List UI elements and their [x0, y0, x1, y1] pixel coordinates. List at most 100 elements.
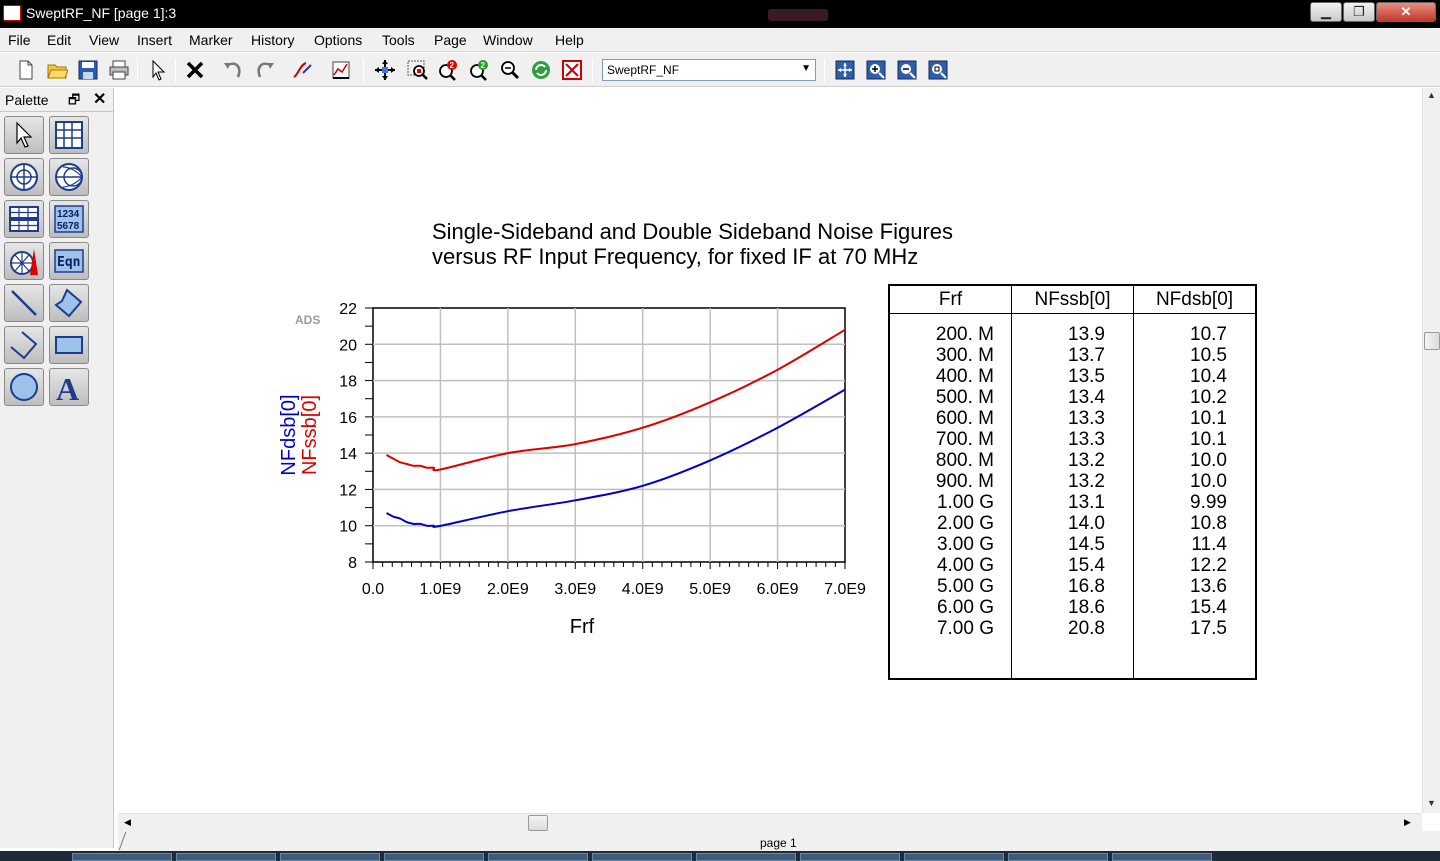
- table-row: 300. M 13.7 10.5: [890, 345, 1255, 366]
- taskbar-item[interactable]: [696, 853, 796, 861]
- table-header-nfssb: NFssb[0]: [1034, 289, 1111, 310]
- close-button[interactable]: ✕: [1376, 2, 1436, 22]
- line-tool-icon[interactable]: [4, 284, 44, 322]
- vertical-scrollbar[interactable]: ▲ ▼: [1422, 88, 1440, 813]
- zoom-area-icon[interactable]: [925, 57, 951, 83]
- table-cell-nfdsb: 10.1: [1190, 408, 1227, 429]
- taskbar-item[interactable]: [1008, 853, 1108, 861]
- circle-tool-icon[interactable]: [4, 368, 44, 406]
- polyline-tool-icon[interactable]: [4, 326, 44, 364]
- menu-page[interactable]: Page: [434, 32, 467, 48]
- equation-label: Eqn: [57, 255, 80, 270]
- taskbar-item[interactable]: [904, 853, 1004, 861]
- zoom-icon[interactable]: [497, 57, 523, 83]
- menu-tools[interactable]: Tools: [382, 32, 415, 48]
- taskbar-item[interactable]: [280, 853, 380, 861]
- table-cell-nfdsb: 9.99: [1190, 492, 1227, 513]
- table-row: 600. M 13.3 10.1: [890, 408, 1255, 429]
- trace-icon[interactable]: [289, 57, 315, 83]
- table-cell-nfdsb: 12.2: [1190, 555, 1227, 576]
- table-cell-frf: 700. M: [935, 429, 994, 450]
- save-icon[interactable]: [75, 57, 101, 83]
- horizontal-scroll-thumb[interactable]: [528, 815, 548, 831]
- undo-icon[interactable]: [220, 57, 246, 83]
- table-cell-nfdsb: 10.8: [1190, 513, 1227, 534]
- list-table[interactable]: Frf NFssb[0] NFdsb[0] 200. M 13.9 10.7 300.…: [888, 284, 1257, 680]
- table-cell-nfssb: 13.3: [1068, 429, 1105, 450]
- toolbar-separator: [137, 58, 138, 82]
- rectangular-plot-icon[interactable]: [49, 116, 89, 154]
- vertical-scroll-thumb[interactable]: [1424, 332, 1440, 350]
- redo-icon[interactable]: [252, 57, 278, 83]
- menu-history[interactable]: History: [251, 32, 295, 48]
- delete-icon[interactable]: [182, 57, 208, 83]
- list-table-icon[interactable]: 1234 5678: [49, 200, 89, 238]
- palette-close-icon[interactable]: ✕: [93, 89, 106, 109]
- zoom-window-icon[interactable]: [404, 57, 430, 83]
- svg-text:2: 2: [481, 61, 486, 70]
- polygon-tool-icon[interactable]: [49, 284, 89, 322]
- maximize-button[interactable]: ❐: [1343, 2, 1375, 22]
- table-cell-nfssb: 13.2: [1068, 471, 1105, 492]
- polar-plot-icon[interactable]: [4, 158, 44, 196]
- table-cell-nfdsb: 10.0: [1190, 471, 1227, 492]
- refresh-icon[interactable]: [528, 57, 554, 83]
- table-cell-nfdsb: 10.1: [1190, 429, 1227, 450]
- stop-icon[interactable]: [559, 57, 585, 83]
- taskbar-item[interactable]: [384, 853, 484, 861]
- scroll-left-icon[interactable]: ◀: [124, 817, 131, 828]
- antenna-plot-icon[interactable]: [4, 242, 44, 280]
- select-arrow-icon[interactable]: [145, 57, 171, 83]
- table-cell-frf: 3.00 G: [936, 534, 994, 555]
- taskbar-item[interactable]: [72, 853, 172, 861]
- menu-edit[interactable]: Edit: [47, 32, 71, 48]
- table-header-nfdsb: NFdsb[0]: [1155, 289, 1234, 310]
- minimize-button[interactable]: ▁: [1310, 2, 1342, 22]
- menu-file[interactable]: File: [8, 32, 31, 48]
- zoom-plus-icon[interactable]: [863, 57, 889, 83]
- text-tool-label: A: [56, 371, 79, 403]
- print-icon[interactable]: [106, 57, 132, 83]
- menu-insert[interactable]: Insert: [137, 32, 172, 48]
- scroll-down-icon[interactable]: ▼: [1427, 798, 1436, 808]
- dataset-selected-value: SweptRF_NF: [607, 63, 680, 77]
- menu-window[interactable]: Window: [483, 32, 533, 48]
- zoom-in-2x-icon[interactable]: 2: [435, 57, 461, 83]
- scroll-right-icon[interactable]: ▶: [1404, 817, 1411, 828]
- menu-options[interactable]: Options: [314, 32, 362, 48]
- equation-icon[interactable]: Eqn: [49, 242, 89, 280]
- stacked-plot-icon[interactable]: [4, 200, 44, 238]
- scroll-up-icon[interactable]: ▲: [1427, 90, 1436, 100]
- table-cell-nfssb: 15.4: [1068, 555, 1105, 576]
- new-icon[interactable]: [13, 57, 39, 83]
- pan-icon[interactable]: [372, 57, 398, 83]
- taskbar-item[interactable]: [592, 853, 692, 861]
- horizontal-scrollbar[interactable]: ◀ ▶: [118, 813, 1422, 831]
- plot-options-icon[interactable]: [328, 57, 354, 83]
- menu-marker[interactable]: Marker: [189, 32, 233, 48]
- menu-view[interactable]: View: [89, 32, 119, 48]
- taskbar-item[interactable]: [1112, 853, 1212, 861]
- ads-watermark: ADS: [295, 313, 321, 327]
- table-row: 400. M 13.5 10.4: [890, 366, 1255, 387]
- list-label-top: 1234: [57, 209, 80, 220]
- table-cell-frf: 5.00 G: [936, 576, 994, 597]
- dataset-dropdown[interactable]: SweptRF_NF ▼: [602, 59, 816, 81]
- palette-float-icon[interactable]: 🗗: [68, 91, 80, 113]
- zoom-out-2x-icon[interactable]: 2: [466, 57, 492, 83]
- taskbar-item[interactable]: [800, 853, 900, 861]
- menu-help[interactable]: Help: [555, 32, 584, 48]
- chevron-down-icon[interactable]: ▼: [801, 63, 811, 74]
- zoom-fit-icon[interactable]: [832, 57, 858, 83]
- taskbar-item[interactable]: [176, 853, 276, 861]
- rectangle-tool-icon[interactable]: [49, 326, 89, 364]
- table-cell-nfdsb: 10.0: [1190, 450, 1227, 471]
- select-tool-icon[interactable]: [4, 116, 44, 154]
- table-cell-nfssb: 13.1: [1068, 492, 1105, 513]
- taskbar-item[interactable]: [488, 853, 588, 861]
- table-row: 1.00 G 13.1 9.99: [890, 492, 1255, 513]
- text-tool-icon[interactable]: A: [49, 368, 89, 406]
- zoom-minus-icon[interactable]: [894, 57, 920, 83]
- open-icon[interactable]: [44, 57, 70, 83]
- smith-chart-icon[interactable]: [49, 158, 89, 196]
